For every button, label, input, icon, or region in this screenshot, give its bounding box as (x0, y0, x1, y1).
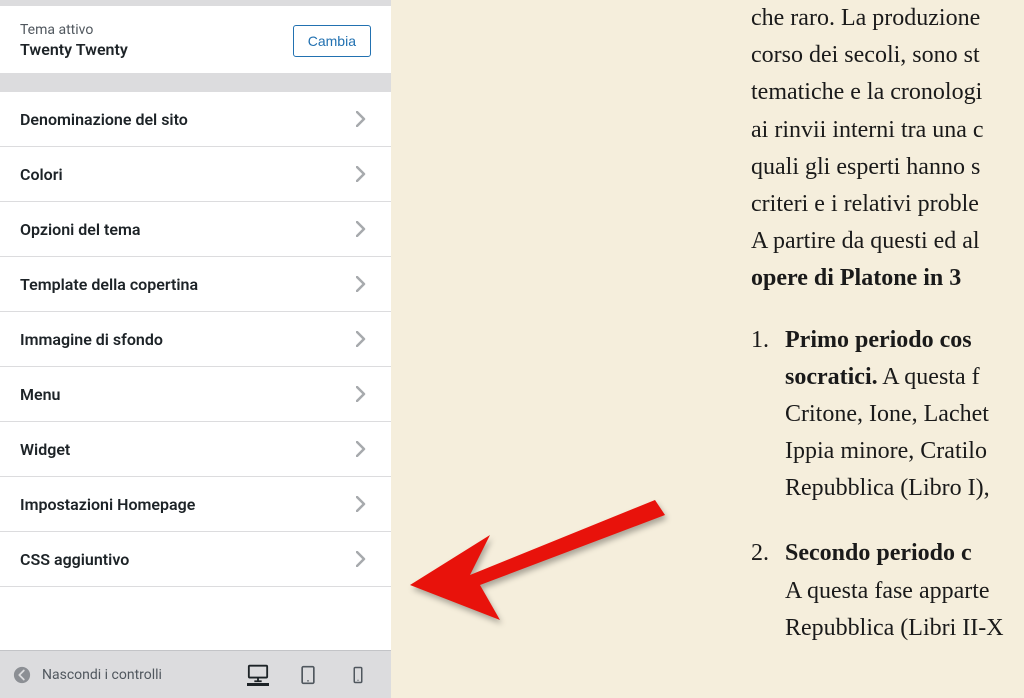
preview-text: corso dei secoli, sono st (751, 42, 980, 68)
section-gap (0, 74, 391, 92)
desktop-icon[interactable] (247, 664, 269, 686)
chevron-right-icon (351, 274, 371, 294)
menu-item-label: Immagine di sfondo (20, 330, 163, 349)
chevron-right-icon (351, 384, 371, 404)
hide-controls-button[interactable]: Nascondi i controlli (12, 665, 162, 685)
preview-text: A questa f (878, 364, 980, 390)
active-theme-name: Twenty Twenty (20, 40, 128, 59)
menu-item-label: Template della copertina (20, 275, 198, 294)
menu-item-colors[interactable]: Colori (0, 147, 391, 202)
theme-header: Tema attivo Twenty Twenty Cambia (0, 6, 391, 74)
menu-item-site-identity[interactable]: Denominazione del sito (0, 92, 391, 147)
menu-item-label: CSS aggiuntivo (20, 550, 129, 569)
chevron-right-icon (351, 329, 371, 349)
preview-area: che raro. La produzione corso dei secoli… (391, 0, 1024, 698)
preview-text: tematiche e la cronologi (751, 79, 982, 105)
preview-text: criteri e i relativi proble (751, 191, 979, 217)
preview-text: A questa fase apparte (785, 578, 990, 604)
list-item: Secondo periodo c A questa fase apparte … (751, 535, 1024, 647)
chevron-right-icon (351, 494, 371, 514)
menu-item-label: Menu (20, 385, 60, 404)
preview-bold-text: Primo periodo cos (785, 327, 972, 353)
preview-text: Critone, Ione, Lachet (785, 401, 989, 427)
change-theme-button[interactable]: Cambia (293, 25, 371, 57)
chevron-right-icon (351, 109, 371, 129)
preview-text: quali gli esperti hanno s (751, 154, 980, 180)
device-preview-icons (247, 664, 369, 686)
tablet-icon[interactable] (297, 664, 319, 686)
preview-bold-text: opere di Platone in 3 (751, 265, 961, 291)
menu-item-theme-options[interactable]: Opzioni del tema (0, 202, 391, 257)
menu-item-background-image[interactable]: Immagine di sfondo (0, 312, 391, 367)
menu-item-label: Colori (20, 165, 63, 184)
menu-item-label: Opzioni del tema (20, 220, 141, 239)
chevron-right-icon (351, 549, 371, 569)
preview-ordered-list: Primo periodo cos socratici. A questa f … (751, 322, 1024, 648)
preview-text: A partire da questi ed al (751, 228, 980, 254)
chevron-right-icon (351, 219, 371, 239)
menu-item-widgets[interactable]: Widget (0, 422, 391, 477)
preview-text: ai rinvii interni tra una c (751, 117, 984, 143)
bottom-bar: Nascondi i controlli (0, 650, 391, 698)
menu-item-label: Widget (20, 440, 70, 459)
preview-text: che raro. La produzione (751, 5, 980, 31)
collapse-icon (12, 665, 32, 685)
list-item: Primo periodo cos socratici. A questa f … (751, 322, 1024, 508)
active-theme-label: Tema attivo (20, 22, 128, 38)
menu-item-cover-template[interactable]: Template della copertina (0, 257, 391, 312)
menu-item-menus[interactable]: Menu (0, 367, 391, 422)
chevron-right-icon (351, 164, 371, 184)
preview-text: Ippia minore, Cratilo (785, 438, 987, 464)
preview-bold-text: Secondo periodo c (785, 540, 972, 566)
theme-info: Tema attivo Twenty Twenty (20, 22, 128, 59)
preview-paragraph: che raro. La produzione corso dei secoli… (751, 0, 1024, 298)
menu-list: Denominazione del sito Colori Opzioni de… (0, 92, 391, 650)
preview-text: Repubblica (Libro I), (785, 475, 990, 501)
menu-item-homepage-settings[interactable]: Impostazioni Homepage (0, 477, 391, 532)
preview-text: Repubblica (Libri II-X (785, 615, 1004, 641)
menu-item-additional-css[interactable]: CSS aggiuntivo (0, 532, 391, 587)
chevron-right-icon (351, 439, 371, 459)
preview-content: che raro. La produzione corso dei secoli… (411, 0, 1024, 647)
hide-controls-label: Nascondi i controlli (42, 667, 162, 683)
customizer-sidebar: Tema attivo Twenty Twenty Cambia Denomin… (0, 0, 391, 698)
preview-bold-text: socratici. (785, 364, 878, 390)
menu-item-label: Denominazione del sito (20, 110, 188, 129)
mobile-icon[interactable] (347, 664, 369, 686)
menu-item-label: Impostazioni Homepage (20, 495, 195, 514)
